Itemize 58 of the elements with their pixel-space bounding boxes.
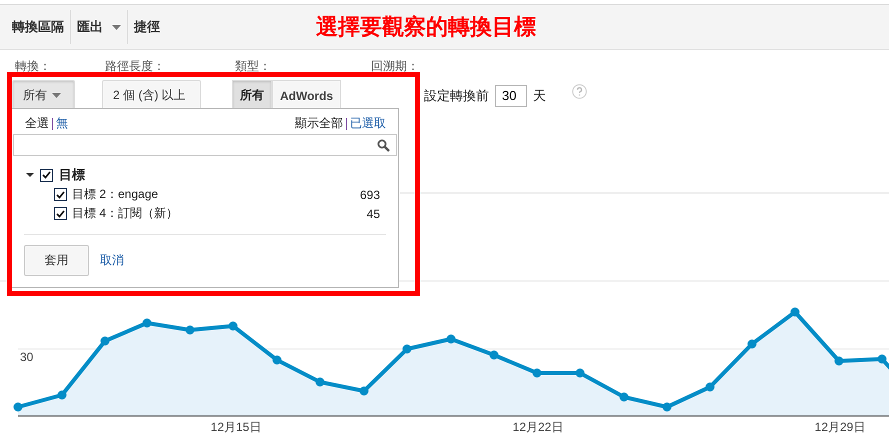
goal-count: 45 <box>366 206 380 220</box>
data-point <box>100 336 110 346</box>
checkbox[interactable] <box>40 168 53 182</box>
filter-label: 回溯期： <box>370 58 420 75</box>
path-length-dropdown[interactable]: 2 個 (含) 以上 <box>102 80 201 110</box>
filter-label: 路徑長度： <box>104 58 166 75</box>
toolbar-button[interactable]: 捷徑 <box>128 18 166 36</box>
data-point <box>272 356 282 364</box>
data-point <box>620 392 628 402</box>
data-point <box>14 402 22 412</box>
select-none-link[interactable]: 無 <box>56 115 68 132</box>
cancel-link[interactable]: 取消 <box>100 252 124 269</box>
toolbar-button[interactable]: 轉換區隔 <box>6 18 70 36</box>
toolbar-button[interactable]: 匯出 <box>71 18 127 36</box>
annotation-text: 選擇要觀察的轉換目標 <box>316 13 536 41</box>
axis-label: 12月15日 <box>210 420 262 434</box>
filter-label: 轉換： <box>14 58 52 75</box>
goal-label: 目標 4：訂閱（新） <box>72 205 180 222</box>
data-point <box>878 354 886 364</box>
conversion-dropdown[interactable]: 所有 <box>12 80 75 110</box>
days-field[interactable]: 30 <box>495 84 527 106</box>
data-point <box>360 386 368 396</box>
goal-count: 693 <box>360 188 380 202</box>
show-all-link[interactable]: 顯示全部 <box>295 115 343 132</box>
data-point <box>576 368 584 378</box>
data-point <box>316 378 324 386</box>
goal-label: 目標 2：engage <box>72 186 160 203</box>
data-point <box>706 382 714 392</box>
caret-icon <box>52 92 61 98</box>
data-point <box>834 356 844 366</box>
axis-label: 12月22日 <box>512 420 564 434</box>
checkbox[interactable] <box>54 188 67 201</box>
search-field[interactable] <box>13 134 397 156</box>
apply-button[interactable]: 套用 <box>24 245 89 276</box>
data-point <box>142 318 152 328</box>
data-point <box>748 340 756 348</box>
show-selected-link[interactable]: 已選取 <box>350 115 386 132</box>
lookback-prefix: 設定轉換前 <box>424 86 489 104</box>
group-label: 目標 <box>59 166 85 184</box>
data-point <box>186 326 194 334</box>
data-point <box>490 350 498 360</box>
select-all-link[interactable]: 全選 <box>25 115 49 132</box>
axis-label: 30 <box>20 350 34 364</box>
data-point <box>790 308 800 316</box>
data-point <box>532 368 542 378</box>
axis-label: 12月29日 <box>814 420 866 434</box>
expand-caret-icon[interactable] <box>26 171 34 179</box>
days-unit: 天 <box>533 86 546 104</box>
type-toggle[interactable]: 所有 <box>232 80 272 111</box>
type-toggle[interactable]: AdWords <box>272 80 342 111</box>
data-point <box>446 334 456 344</box>
data-point <box>662 402 672 412</box>
checkbox[interactable] <box>54 207 67 220</box>
filter-label: 類型： <box>234 58 272 75</box>
data-point <box>58 390 66 400</box>
data-point <box>228 322 238 330</box>
search-icon <box>377 138 390 152</box>
data-point <box>402 344 412 354</box>
